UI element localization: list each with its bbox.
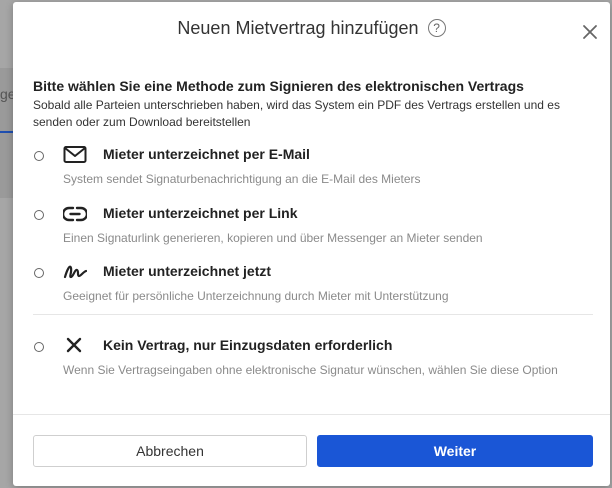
cancel-button[interactable]: Abbrechen: [33, 435, 307, 467]
radio-no-contract[interactable]: [34, 342, 44, 352]
option-no-contract[interactable]: Kein Vertrag, nur Einzugsdaten erforderl…: [33, 337, 593, 385]
dialog-title-wrap: Neuen Mietvertrag hinzufügen ?: [13, 18, 610, 39]
options-divider: [33, 314, 593, 315]
envelope-icon: [63, 146, 87, 163]
option-no-contract-description: Wenn Sie Vertragseingaben ohne elektroni…: [63, 363, 558, 377]
link-icon: [63, 206, 87, 222]
background-active-tab-indicator: [0, 131, 14, 133]
option-link-label: Mieter unterzeichnet per Link: [103, 205, 298, 221]
option-link-description: Einen Signaturlink generieren, kopieren …: [63, 231, 483, 245]
radio-email[interactable]: [34, 151, 44, 161]
option-email-description: System sendet Signaturbenachrichtigung a…: [63, 172, 421, 186]
intro-heading: Bitte wählen Sie eine Methode zum Signie…: [33, 78, 524, 94]
dialog-title: Neuen Mietvertrag hinzufügen: [177, 18, 419, 38]
dialog-header: Neuen Mietvertrag hinzufügen ?: [13, 2, 610, 60]
option-email[interactable]: Mieter unterzeichnet per E-Mail System s…: [33, 146, 593, 194]
x-mark-icon: [66, 337, 82, 353]
intro-description: Sobald alle Parteien unterschrieben habe…: [33, 98, 560, 129]
radio-link[interactable]: [34, 210, 44, 220]
option-no-contract-label: Kein Vertrag, nur Einzugsdaten erforderl…: [103, 337, 393, 353]
signature-icon: [63, 265, 87, 279]
close-icon: [583, 25, 597, 39]
option-sign-now-label: Mieter unterzeichnet jetzt: [103, 263, 272, 279]
intro-section: Bitte wählen Sie eine Methode zum Signie…: [33, 78, 593, 131]
footer-divider: [13, 414, 610, 415]
add-lease-dialog: Neuen Mietvertrag hinzufügen ? Bitte wäh…: [13, 2, 610, 486]
option-sign-now-description: Geeignet für persönliche Unterzeichnung …: [63, 289, 449, 303]
option-sign-now[interactable]: Mieter unterzeichnet jetzt Geeignet für …: [33, 263, 593, 311]
radio-sign-now[interactable]: [34, 268, 44, 278]
close-button[interactable]: [580, 22, 600, 42]
help-icon[interactable]: ?: [427, 19, 446, 37]
option-email-label: Mieter unterzeichnet per E-Mail: [103, 146, 310, 162]
next-button[interactable]: Weiter: [317, 435, 593, 467]
option-link[interactable]: Mieter unterzeichnet per Link Einen Sign…: [33, 205, 593, 253]
